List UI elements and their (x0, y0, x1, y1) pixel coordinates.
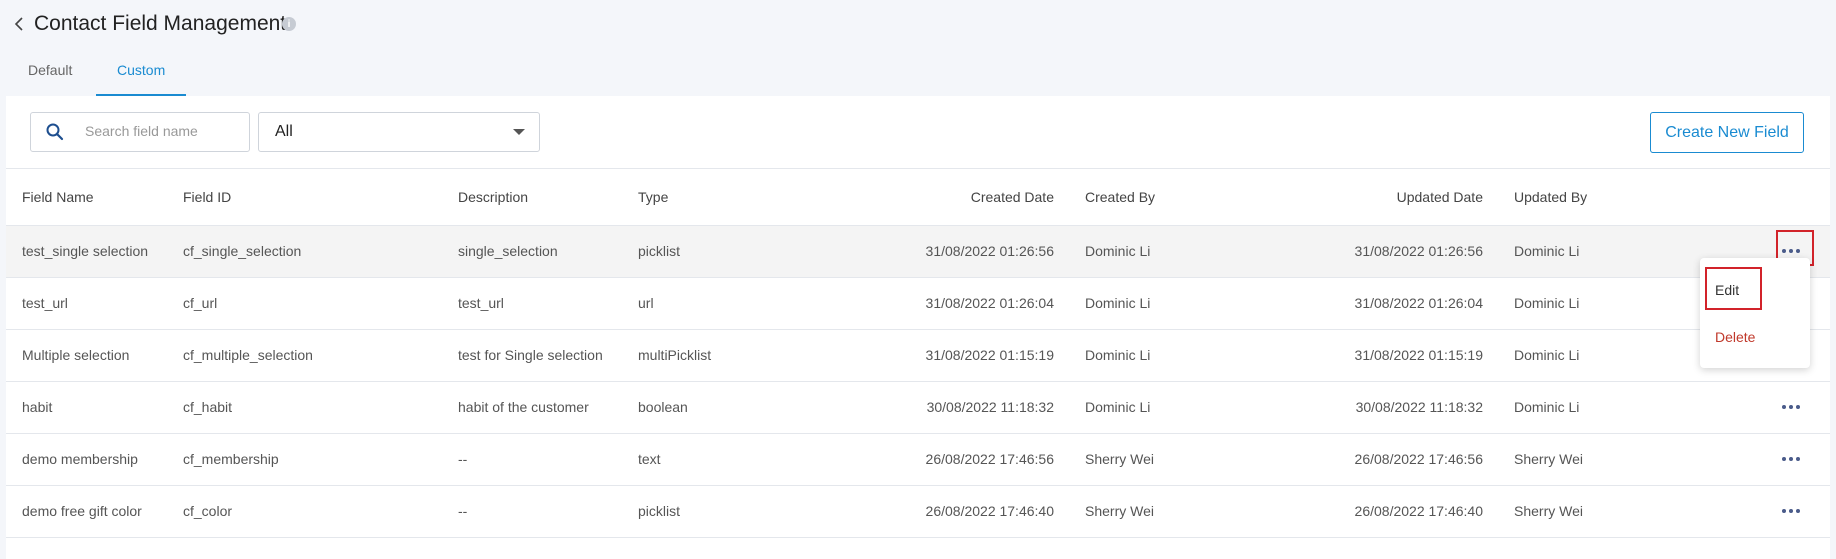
cell-type: picklist (638, 503, 681, 519)
table-row[interactable]: Multiple selection cf_multiple_selection… (6, 330, 1830, 382)
cell-updated-date: 31/08/2022 01:26:56 (1354, 243, 1483, 259)
cell-type: url (638, 295, 654, 311)
page-header: Contact Field Management i Default Custo… (0, 0, 1836, 96)
cell-description: test_url (458, 295, 504, 311)
header-field-name: Field Name (22, 189, 94, 205)
more-dots-icon (1782, 457, 1786, 461)
table-row[interactable]: demo free gift color cf_color -- picklis… (6, 486, 1830, 538)
cell-updated-by: Dominic Li (1514, 243, 1580, 259)
header-description: Description (458, 189, 529, 205)
header-field-id: Field ID (183, 189, 232, 205)
cell-created-by: Sherry Wei (1085, 451, 1154, 467)
header-updated-date: Updated Date (1396, 189, 1483, 205)
cell-created-date: 26/08/2022 17:46:40 (925, 503, 1054, 519)
create-new-field-button[interactable]: Create New Field (1650, 112, 1804, 153)
cell-type: picklist (638, 243, 681, 259)
table-row[interactable]: test_single selection cf_single_selectio… (6, 226, 1830, 278)
tab-custom[interactable]: Custom (117, 62, 165, 78)
cell-type: boolean (638, 399, 688, 415)
cell-created-by: Dominic Li (1085, 347, 1151, 363)
cell-updated-date: 30/08/2022 11:18:32 (1355, 399, 1483, 415)
more-actions-button[interactable] (1776, 396, 1806, 418)
more-dots-icon (1796, 405, 1800, 409)
search-input[interactable] (83, 122, 237, 140)
back-button[interactable] (10, 14, 28, 34)
menu-item-delete[interactable]: Delete (1715, 329, 1755, 345)
cell-description: test for Single selection (458, 347, 603, 363)
cell-updated-date: 31/08/2022 01:15:19 (1354, 347, 1483, 363)
cell-created-by: Dominic Li (1085, 295, 1151, 311)
chevron-left-icon (14, 17, 23, 31)
cell-field-name: test_url (22, 295, 68, 311)
more-dots-icon (1796, 509, 1800, 513)
cell-type: multiPicklist (638, 347, 712, 363)
cell-updated-by: Dominic Li (1514, 295, 1580, 311)
search-box[interactable] (30, 112, 250, 152)
fields-table: Field Name Field ID Description Type Cre… (6, 168, 1830, 538)
cell-field-id: cf_membership (183, 451, 279, 467)
more-dots-icon (1789, 249, 1793, 253)
header-updated-by: Updated By (1514, 189, 1588, 205)
type-filter-value: All (275, 123, 293, 140)
cell-created-date: 31/08/2022 01:26:56 (925, 243, 1054, 259)
cell-updated-by: Dominic Li (1514, 399, 1580, 415)
table-row[interactable]: demo membership cf_membership -- text 26… (6, 434, 1830, 486)
more-dots-icon (1796, 249, 1800, 253)
cell-created-by: Dominic Li (1085, 243, 1151, 259)
row-actions-menu: Edit Delete (1700, 258, 1810, 368)
search-icon (46, 123, 64, 141)
cell-field-id: cf_url (183, 295, 218, 311)
cell-description: -- (458, 503, 468, 519)
more-actions-button[interactable] (1776, 448, 1806, 470)
cell-updated-by: Dominic Li (1514, 347, 1580, 363)
cell-created-date: 31/08/2022 01:26:04 (925, 295, 1054, 311)
caret-down-icon (513, 129, 525, 135)
info-icon[interactable]: i (282, 17, 296, 31)
more-dots-icon (1782, 509, 1786, 513)
cell-field-name: demo membership (22, 451, 138, 467)
more-dots-icon (1796, 457, 1800, 461)
cell-updated-date: 26/08/2022 17:46:56 (1354, 451, 1483, 467)
header-created-by: Created By (1085, 189, 1156, 205)
cell-field-name: test_single selection (22, 243, 149, 259)
cell-type: text (638, 451, 661, 467)
cell-field-name: habit (22, 399, 53, 415)
cell-updated-by: Sherry Wei (1514, 451, 1583, 467)
cell-field-name: Multiple selection (22, 347, 130, 363)
cell-description: -- (458, 451, 468, 467)
cell-created-date: 31/08/2022 01:15:19 (925, 347, 1054, 363)
type-filter-select[interactable]: All (258, 112, 540, 152)
cell-field-id: cf_color (183, 503, 233, 519)
tab-default[interactable]: Default (28, 62, 72, 78)
more-dots-icon (1789, 457, 1793, 461)
cell-created-by: Sherry Wei (1085, 503, 1154, 519)
more-dots-icon (1789, 405, 1793, 409)
cell-field-id: cf_habit (183, 399, 233, 415)
cell-updated-date: 31/08/2022 01:26:04 (1354, 295, 1483, 311)
cell-created-date: 26/08/2022 17:46:56 (925, 451, 1054, 467)
header-created-date: Created Date (970, 189, 1054, 205)
cell-description: single_selection (458, 243, 558, 259)
menu-item-edit[interactable]: Edit (1715, 282, 1739, 298)
page-title: Contact Field Management (34, 12, 287, 35)
cell-updated-by: Sherry Wei (1514, 503, 1583, 519)
more-dots-icon (1782, 405, 1786, 409)
header-type: Type (638, 189, 669, 205)
cell-description: habit of the customer (458, 399, 589, 415)
cell-created-by: Dominic Li (1085, 399, 1151, 415)
more-dots-icon (1782, 249, 1786, 253)
cell-field-name: demo free gift color (22, 503, 142, 519)
more-dots-icon (1789, 509, 1793, 513)
table-row[interactable]: test_url cf_url test_url url 31/08/2022 … (6, 278, 1830, 330)
table-row[interactable]: habit cf_habit habit of the customer boo… (6, 382, 1830, 434)
cell-updated-date: 26/08/2022 17:46:40 (1354, 503, 1483, 519)
cell-field-id: cf_multiple_selection (183, 347, 313, 363)
table-header: Field Name Field ID Description Type Cre… (6, 168, 1830, 226)
cell-created-date: 30/08/2022 11:18:32 (926, 399, 1054, 415)
more-actions-button[interactable] (1776, 500, 1806, 522)
cell-field-id: cf_single_selection (183, 243, 302, 259)
